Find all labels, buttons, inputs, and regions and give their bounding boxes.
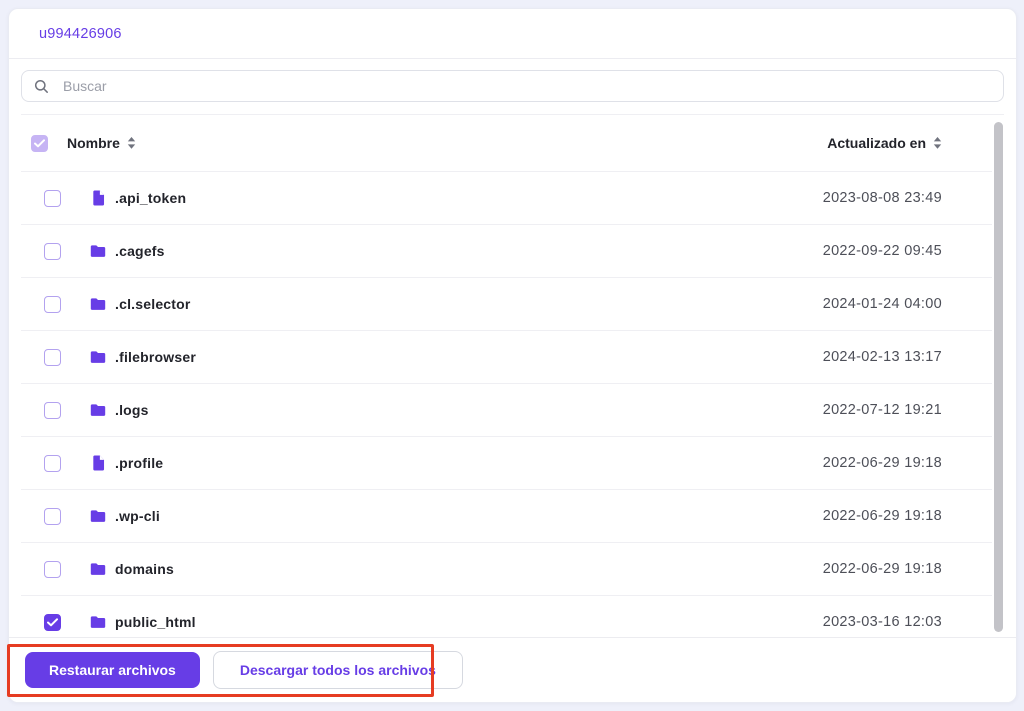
updated-at-value: 2022-06-29 19:18 xyxy=(822,508,942,524)
folder-icon xyxy=(89,242,107,260)
updated-at-value: 2022-07-12 19:21 xyxy=(822,402,942,418)
table-row[interactable]: .logs 2022-07-12 19:21 xyxy=(9,384,1016,436)
updated-at-value: 2024-01-24 04:00 xyxy=(822,296,942,312)
table-row[interactable]: .cagefs 2022-09-22 09:45 xyxy=(9,225,1016,277)
table-row[interactable]: .api_token 2023-08-08 23:49 xyxy=(9,172,1016,224)
row-checkbox[interactable] xyxy=(44,348,61,366)
search-section xyxy=(9,59,1016,114)
file-name-label[interactable]: domains xyxy=(115,561,174,577)
table-row[interactable]: .wp-cli 2022-06-29 19:18 xyxy=(9,490,1016,542)
updated-at-value: 2024-02-13 13:17 xyxy=(822,349,942,365)
table-header: Nombre Actualizado en xyxy=(9,115,1016,171)
search-input[interactable] xyxy=(61,77,991,95)
sort-icon[interactable] xyxy=(127,137,136,149)
select-all-checkbox[interactable] xyxy=(31,134,48,152)
column-updated-label: Actualizado en xyxy=(827,135,926,151)
row-checkbox[interactable] xyxy=(44,454,61,472)
table-row[interactable]: .filebrowser 2024-02-13 13:17 xyxy=(9,331,1016,383)
updated-at-value: 2022-09-22 09:45 xyxy=(822,243,942,259)
updated-at-value: 2022-06-29 19:18 xyxy=(822,561,942,577)
file-icon xyxy=(89,189,107,207)
folder-icon xyxy=(89,560,107,578)
sort-icon[interactable] xyxy=(933,137,942,149)
folder-icon xyxy=(89,507,107,525)
backup-files-panel: u994426906 Nombre A xyxy=(8,8,1017,703)
file-name-label[interactable]: .profile xyxy=(115,455,163,471)
table-body: .api_token 2023-08-08 23:49 .cagefs 2022-09… xyxy=(9,172,1016,648)
file-name-label[interactable]: .filebrowser xyxy=(115,349,196,365)
action-bar: Restaurar archivos Descargar todos los a… xyxy=(9,637,1016,702)
column-header-name[interactable]: Nombre xyxy=(67,135,136,151)
file-name-label[interactable]: .logs xyxy=(115,402,149,418)
row-checkbox[interactable] xyxy=(44,507,61,525)
column-header-updated[interactable]: Actualizado en xyxy=(827,135,942,151)
row-checkbox[interactable] xyxy=(44,295,61,313)
column-name-label: Nombre xyxy=(67,135,120,151)
file-name-label[interactable]: .cagefs xyxy=(115,243,165,259)
table-row[interactable]: domains 2022-06-29 19:18 xyxy=(9,543,1016,595)
folder-icon xyxy=(89,401,107,419)
file-name-label[interactable]: .cl.selector xyxy=(115,296,191,312)
folder-icon xyxy=(89,348,107,366)
checkmark-icon xyxy=(34,138,45,147)
row-checkbox[interactable] xyxy=(44,613,61,631)
file-icon xyxy=(89,454,107,472)
account-username-label: u994426906 xyxy=(39,25,122,42)
file-name-label[interactable]: public_html xyxy=(115,614,196,630)
row-checkbox[interactable] xyxy=(44,401,61,419)
search-box[interactable] xyxy=(21,70,1004,102)
row-checkbox[interactable] xyxy=(44,242,61,260)
file-name-label[interactable]: .api_token xyxy=(115,190,186,206)
restore-files-button[interactable]: Restaurar archivos xyxy=(25,652,200,688)
download-all-files-button[interactable]: Descargar todos los archivos xyxy=(212,651,463,689)
folder-icon xyxy=(89,613,107,631)
folder-icon xyxy=(89,295,107,313)
row-checkbox[interactable] xyxy=(44,189,61,207)
updated-at-value: 2023-08-08 23:49 xyxy=(822,190,942,206)
vertical-scrollbar-thumb[interactable] xyxy=(994,122,1003,632)
row-checkbox[interactable] xyxy=(44,560,61,578)
table-row[interactable]: .cl.selector 2024-01-24 04:00 xyxy=(9,278,1016,330)
updated-at-value: 2022-06-29 19:18 xyxy=(822,455,942,471)
updated-at-value: 2023-03-16 12:03 xyxy=(822,614,942,630)
file-name-label[interactable]: .wp-cli xyxy=(115,508,160,524)
panel-header: u994426906 xyxy=(9,9,1016,59)
search-icon xyxy=(34,79,48,93)
table-row[interactable]: .profile 2022-06-29 19:18 xyxy=(9,437,1016,489)
